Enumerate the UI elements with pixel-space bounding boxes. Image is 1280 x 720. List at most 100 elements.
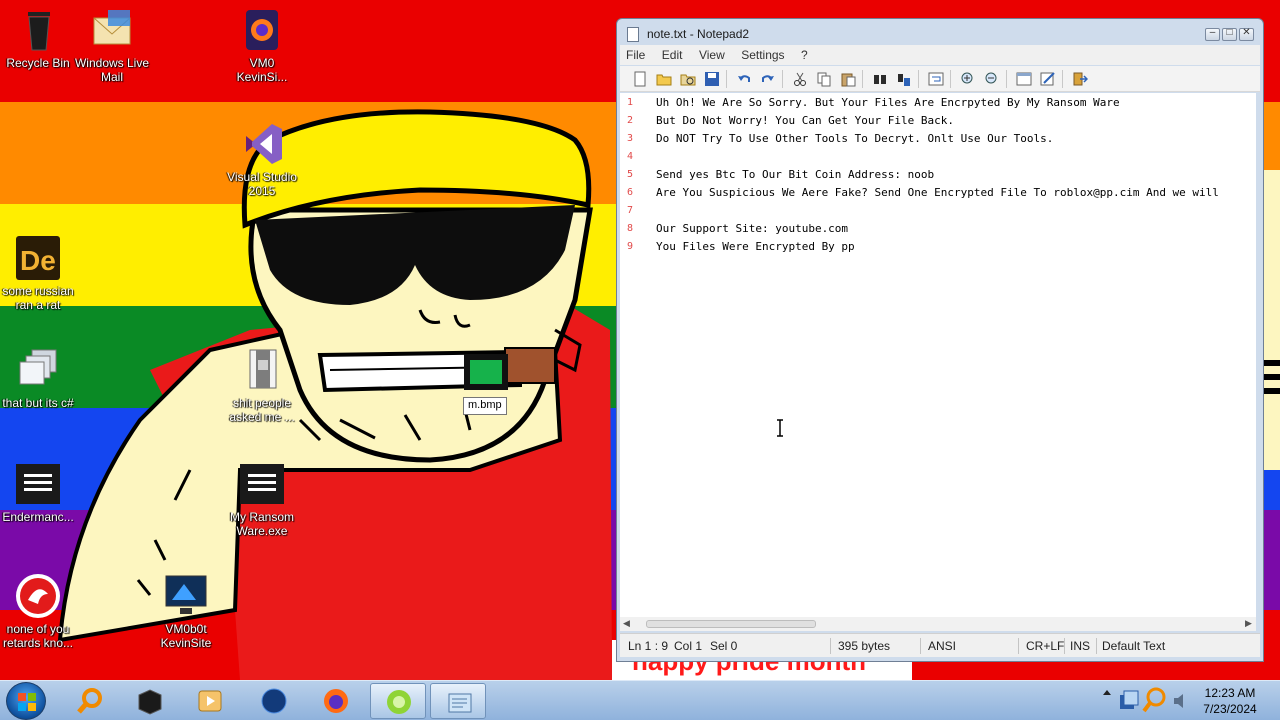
maximize-button[interactable]: □	[1222, 27, 1237, 41]
save-icon[interactable]	[704, 71, 720, 87]
exit-icon[interactable]	[1072, 71, 1088, 87]
firefox-dark-icon	[238, 6, 286, 54]
horizontal-scrollbar[interactable]: ◀ ▶	[620, 617, 1256, 631]
open-folder-icon[interactable]	[656, 71, 672, 87]
recycle-bin-icon	[14, 6, 62, 54]
word-wrap-icon[interactable]	[928, 71, 944, 87]
console-app-icon	[238, 460, 286, 508]
close-icon: ✕	[1242, 27, 1251, 38]
scrollbar-thumb[interactable]	[646, 620, 816, 628]
menu-view[interactable]: View	[693, 45, 731, 62]
menu-bar: File Edit View Settings ?	[620, 45, 1260, 65]
find-icon[interactable]	[872, 71, 888, 87]
media-player-icon	[198, 690, 222, 712]
menu-file[interactable]: File	[620, 45, 651, 62]
taskbar: 12:23 AM 7/23/2024	[0, 680, 1280, 720]
text-line: Are You Suspicious We Aere Fake? Send On…	[656, 186, 1219, 199]
system-clock[interactable]: 12:23 AM 7/23/2024	[1196, 685, 1264, 717]
line-number: 1	[626, 97, 634, 108]
status-line-endings[interactable]: CR+LF	[1026, 639, 1064, 653]
cut-icon[interactable]	[792, 71, 808, 87]
status-insert-mode[interactable]: INS	[1070, 639, 1090, 653]
console-app-icon	[14, 460, 62, 508]
network-icon[interactable]	[1118, 689, 1140, 713]
desktop-icon-endermanch[interactable]: Endermanc...	[0, 460, 76, 524]
scroll-right-icon[interactable]: ▶	[1245, 618, 1252, 629]
text-line: But Do Not Worry! You Can Get Your File …	[656, 114, 955, 127]
desktop-icon-vm0b0t-kevinsite[interactable]: VM0b0t KevinSite	[148, 572, 224, 650]
replace-icon[interactable]	[896, 71, 912, 87]
notepad2-window[interactable]: note.txt - Notepad2 – □ ✕ File Edit View…	[616, 18, 1264, 662]
copy-icon[interactable]	[816, 71, 832, 87]
clock-date: 7/23/2024	[1203, 702, 1257, 716]
status-line-position: Ln 1 : 9	[628, 639, 669, 653]
close-button[interactable]: ✕	[1239, 27, 1254, 41]
zoom-out-icon[interactable]	[984, 71, 1000, 87]
status-column: Col 1	[674, 639, 703, 653]
status-bar: Ln 1 : 9 Col 1 Sel 0 395 bytes ANSI CR+L…	[620, 633, 1260, 657]
text-line: Our Support Site: youtube.com	[656, 222, 849, 235]
toolbar-separator	[1006, 70, 1007, 88]
text-editor-area[interactable]: 1 2 3 4 5 6 7 8 9 Uh Oh! We Are So Sorry…	[620, 93, 1256, 619]
line-number-gutter: 1 2 3 4 5 6 7 8 9	[620, 93, 642, 619]
menu-help[interactable]: ?	[795, 45, 814, 62]
black-box-icon	[138, 689, 162, 715]
new-file-icon[interactable]	[632, 71, 648, 87]
show-hidden-icons-icon[interactable]	[1102, 687, 1112, 697]
taskbar-media-player[interactable]	[182, 683, 238, 719]
status-encoding[interactable]: ANSI	[928, 639, 956, 653]
taskbar-firefox[interactable]	[308, 683, 364, 719]
volume-icon[interactable]	[1172, 691, 1192, 711]
toolbar-separator	[782, 70, 783, 88]
minimize-button[interactable]: –	[1205, 27, 1220, 41]
desktop-icon-that-but-its-csharp[interactable]: that but its c#	[0, 346, 76, 410]
text-line: Do NOT Try To Use Other Tools To Decryt.…	[656, 132, 1054, 145]
mail-icon	[88, 6, 136, 54]
browse-folder-icon[interactable]	[680, 71, 696, 87]
taskbar-console[interactable]	[122, 683, 178, 719]
monitor-app-icon	[162, 572, 210, 620]
text-line: You Files Were Encrypted By pp	[656, 240, 855, 253]
line-number: 3	[626, 133, 634, 144]
taskbar-globe[interactable]	[246, 683, 302, 719]
status-divider	[830, 638, 831, 654]
scroll-left-icon[interactable]: ◀	[623, 618, 630, 629]
status-selection: Sel 0	[710, 639, 738, 653]
undo-icon[interactable]	[736, 71, 752, 87]
menu-settings[interactable]: Settings	[735, 45, 790, 62]
minimize-icon: –	[1209, 27, 1216, 38]
taskbar-notepad2[interactable]	[430, 683, 486, 719]
zoom-in-icon[interactable]	[960, 71, 976, 87]
dragged-bitmap-icon[interactable]	[462, 352, 510, 392]
menu-edit[interactable]: Edit	[656, 45, 689, 62]
status-divider	[1018, 638, 1019, 654]
taskbar-search[interactable]	[62, 683, 118, 719]
wallpaper-edge-art	[1262, 170, 1280, 470]
start-button[interactable]	[6, 682, 46, 720]
status-divider	[1064, 638, 1065, 654]
status-scheme[interactable]: Default Text	[1102, 639, 1165, 653]
status-divider	[1096, 638, 1097, 654]
redo-icon[interactable]	[760, 71, 776, 87]
desktop-icon-windows-live-mail[interactable]: Windows Live Mail	[74, 6, 150, 84]
desktop-icon-some-russian-ran-a-rat[interactable]: De some russian ran a rat	[0, 234, 76, 312]
toolbar-separator	[1062, 70, 1063, 88]
desktop-icon-recycle-bin[interactable]: Recycle Bin	[0, 6, 76, 70]
desktop-icon-none-of-you[interactable]: none of you retards kno...	[0, 572, 76, 650]
search-tray-icon[interactable]	[1140, 685, 1168, 717]
windows-stack-icon	[14, 346, 62, 394]
paste-icon[interactable]	[840, 71, 856, 87]
line-number: 8	[626, 223, 634, 234]
desktop-icon-visual-studio[interactable]: Visual Studio 2015	[224, 120, 300, 198]
magnifier-icon	[77, 688, 102, 714]
desktop-icon-vm0-kevinsite[interactable]: VM0 KevinSi...	[224, 6, 300, 84]
customize-scheme-icon[interactable]	[1040, 71, 1056, 87]
desktop-icon-my-ransom-ware[interactable]: My Ransom Ware.exe	[224, 460, 300, 538]
globe-icon	[261, 688, 287, 714]
status-divider	[920, 638, 921, 654]
de-app-icon: De	[14, 234, 62, 282]
scheme-icon[interactable]	[1016, 71, 1032, 87]
clock-time: 12:23 AM	[1204, 686, 1256, 700]
taskbar-lime-app[interactable]	[370, 683, 426, 719]
desktop-icon-shit-people-asked-me[interactable]: shit people asked me ...	[224, 346, 300, 424]
